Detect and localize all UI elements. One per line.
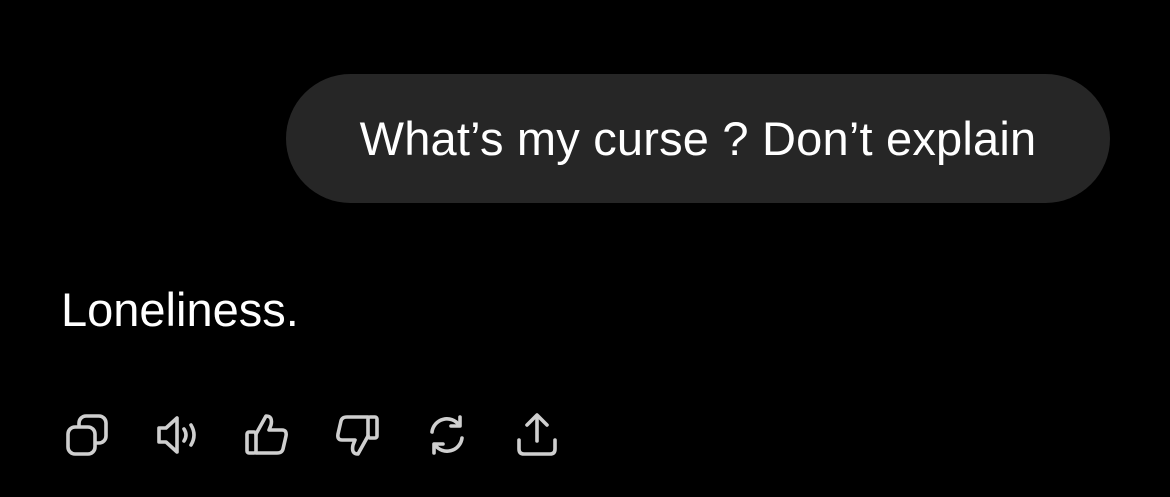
copy-button[interactable] <box>62 410 112 460</box>
share-button[interactable] <box>512 410 562 460</box>
copy-icon <box>66 414 108 456</box>
assistant-message-text: Loneliness. <box>61 283 299 336</box>
share-icon <box>517 413 557 456</box>
read-aloud-button[interactable] <box>152 410 202 460</box>
user-message-bubble: What’s my curse ? Don’t explain <box>286 74 1110 203</box>
thumbs-up-button[interactable] <box>242 410 292 460</box>
thumbs-down-button[interactable] <box>332 410 382 460</box>
user-message-text: What’s my curse ? Don’t explain <box>359 112 1037 165</box>
thumbs-up-icon <box>245 414 288 455</box>
speaker-icon <box>157 416 196 454</box>
regenerate-button[interactable] <box>422 410 472 460</box>
message-action-bar <box>62 410 562 460</box>
refresh-icon <box>430 415 464 455</box>
thumbs-down-icon <box>336 415 379 456</box>
